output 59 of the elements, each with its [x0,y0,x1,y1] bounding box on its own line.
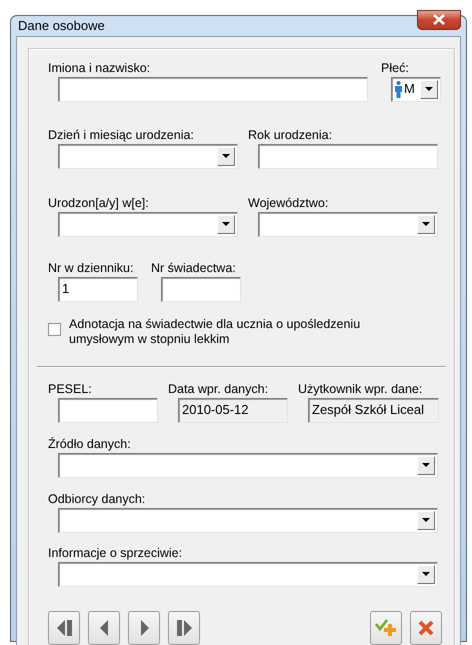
field-value: M [404,80,415,98]
caret-icon [422,572,430,576]
dropdown-field[interactable] [58,212,238,236]
close-icon [433,14,445,26]
dropdown-button[interactable] [417,564,435,584]
field-label: Nr świadectwa: [151,260,237,276]
first-record-icon [56,620,72,636]
checkbox[interactable] [48,322,61,336]
input-field[interactable]: 1 [58,276,138,302]
delete-button[interactable] [410,610,442,644]
field-label: Rok urodzenia: [248,128,334,142]
dropdown-field[interactable]: M [391,76,441,102]
caret-icon [422,222,430,226]
field-label: Data wpr. danych: [168,382,270,396]
caret-icon [222,222,230,226]
caret-icon [422,518,430,522]
field-label: Źródło danych: [48,436,132,452]
last-button[interactable] [168,610,200,644]
input-field[interactable] [161,276,241,302]
window-title: Dane osobowe [17,17,105,35]
close-button[interactable] [417,10,461,30]
last-record-icon [176,620,192,636]
field-label: Urodzon[a/y] w[e]: [48,196,150,210]
delete-icon [418,620,434,636]
field-label: Województwo: [248,196,330,210]
person-icon [395,80,402,98]
checkbox-label: Adnotacja na świadectwie dla ucznia o upośledzeniu umysłowym w stopniu lekkim [69,316,362,346]
caret-icon [222,154,230,158]
field-label: PESEL: [48,382,93,396]
dropdown-button[interactable] [217,214,235,234]
field-label: Dzień i miesiąc urodzenia: [48,128,195,142]
dropdown-field[interactable] [58,144,238,168]
add-button[interactable] [370,610,402,644]
dropdown-field[interactable] [58,452,438,478]
input-field[interactable]: Zespół Szkół Liceal [308,398,439,422]
field-label: Płeć: [381,60,410,76]
field-label: Imiona i nazwisko: [48,60,152,76]
input-field[interactable] [58,76,368,102]
caret-icon [422,463,430,467]
add-icon [375,618,397,636]
dropdown-button[interactable] [417,456,435,474]
first-button[interactable] [48,610,80,644]
input-field[interactable]: 2010-05-12 [178,398,288,422]
next-button[interactable] [128,610,160,644]
input-field[interactable] [258,144,438,168]
dropdown-button[interactable] [420,80,438,98]
dropdown-field[interactable] [58,562,438,586]
input-field[interactable] [58,398,158,422]
dropdown-field[interactable] [258,212,438,236]
caret-icon [425,87,433,91]
field-label: Nr w dzienniku: [48,260,134,276]
field-label: Użytkownik wpr. dane: [298,382,424,396]
field-label: Informacje o sprzeciwie: [48,546,184,560]
dropdown-button[interactable] [417,214,435,234]
field-label: Odbiorcy danych: [48,492,146,506]
dropdown-field[interactable] [58,508,438,532]
dropdown-button[interactable] [417,510,435,530]
dropdown-button[interactable] [217,146,235,166]
previous-button[interactable] [88,610,120,644]
